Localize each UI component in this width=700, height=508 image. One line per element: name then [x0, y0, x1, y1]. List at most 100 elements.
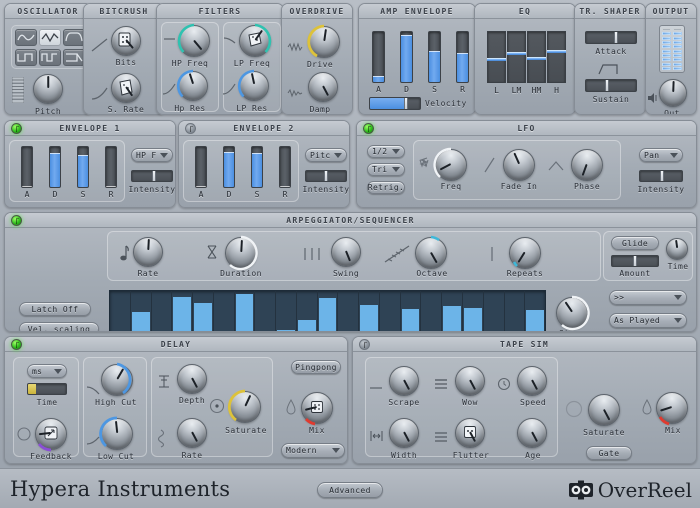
waveform-selector[interactable]: [11, 25, 87, 69]
waveform-pulse-button[interactable]: [39, 49, 61, 66]
arp-duration-knob[interactable]: [225, 237, 257, 269]
envelope1-power-led[interactable]: [11, 123, 22, 134]
env2-attack-slider[interactable]: [195, 146, 207, 188]
env1-sustain-slider[interactable]: [77, 146, 89, 188]
glide-amount-slider[interactable]: [611, 255, 659, 267]
attack-slider[interactable]: [585, 31, 637, 44]
scrape-knob[interactable]: [389, 366, 419, 396]
sequencer-step[interactable]: [110, 291, 131, 332]
waveform-sine-button[interactable]: [15, 29, 37, 46]
env1-release-slider[interactable]: [105, 146, 117, 188]
arpeggiator-power-led[interactable]: [11, 215, 22, 226]
arp-rate-knob[interactable]: [133, 237, 163, 267]
env2-intensity-slider[interactable]: [305, 170, 347, 182]
sequencer-step[interactable]: [255, 291, 276, 332]
feedback-knob[interactable]: [35, 418, 67, 450]
sequencer-step[interactable]: [338, 291, 359, 332]
arp-octave-knob[interactable]: [415, 237, 447, 269]
lfo-power-led[interactable]: [363, 123, 374, 134]
age-knob[interactable]: [517, 418, 547, 448]
delay-rate-knob[interactable]: [177, 418, 207, 448]
env1-destination-dropdown[interactable]: HP F: [131, 148, 173, 162]
delay-saturate-knob[interactable]: [229, 391, 261, 423]
tape-sim-power-led[interactable]: [359, 339, 370, 350]
velocity-scaling-button[interactable]: Vel. scaling: [19, 322, 99, 332]
glide-time-knob[interactable]: [666, 238, 688, 260]
env2-decay-slider[interactable]: [223, 146, 235, 188]
high-cut-knob[interactable]: [101, 364, 133, 396]
lfo-rate-division-dropdown[interactable]: 1/2: [367, 145, 405, 158]
eq-band-handle[interactable]: [487, 58, 506, 61]
amp-sustain-slider[interactable]: [428, 31, 441, 83]
advanced-button[interactable]: Advanced: [317, 482, 383, 498]
env2-destination-dropdown[interactable]: Pitch: [305, 148, 347, 162]
sequencer-step[interactable]: [421, 291, 442, 332]
env1-intensity-slider[interactable]: [131, 170, 173, 182]
delay-algorithm-dropdown[interactable]: Modern: [281, 443, 345, 458]
arp-repeats-knob[interactable]: [509, 237, 541, 269]
eq-band-lm[interactable]: [507, 31, 526, 83]
velocity-slider[interactable]: [369, 97, 421, 110]
sequencer-step[interactable]: [214, 291, 235, 332]
sequencer-step[interactable]: [401, 291, 422, 332]
lp-res-knob[interactable]: [239, 71, 269, 101]
sample-rate-knob[interactable]: [111, 73, 141, 103]
bits-knob[interactable]: [111, 26, 141, 56]
sequencer-step[interactable]: [318, 291, 339, 332]
sequencer-step[interactable]: [359, 291, 380, 332]
delay-power-led[interactable]: [11, 339, 22, 350]
low-cut-knob[interactable]: [101, 418, 133, 450]
eq-band-h[interactable]: [547, 31, 566, 83]
flutter-knob[interactable]: [455, 418, 485, 448]
output-knob[interactable]: [659, 79, 687, 107]
sequencer-step[interactable]: [380, 291, 401, 332]
wow-knob[interactable]: [455, 366, 485, 396]
pitch-knob[interactable]: [33, 74, 63, 104]
env1-decay-slider[interactable]: [49, 146, 61, 188]
amp-release-slider[interactable]: [456, 31, 469, 83]
arp-direction-dropdown[interactable]: >>: [609, 290, 687, 305]
sequencer-step[interactable]: [484, 291, 505, 332]
delay-depth-knob[interactable]: [177, 364, 207, 394]
eq-band-l[interactable]: [487, 31, 506, 83]
lp-freq-knob[interactable]: [239, 25, 271, 57]
sequencer-step[interactable]: [525, 291, 545, 332]
pingpong-button[interactable]: Pingpong: [291, 360, 341, 374]
drive-knob[interactable]: [308, 26, 340, 58]
gate-button[interactable]: Gate: [586, 446, 632, 460]
eq-band-handle[interactable]: [507, 52, 526, 55]
lfo-fade-in-knob[interactable]: [503, 149, 535, 181]
sequencer-step[interactable]: [297, 291, 318, 332]
waveform-saw-button[interactable]: [63, 49, 85, 66]
lfo-shape-dropdown[interactable]: Tri: [367, 163, 405, 176]
waveform-triangle-button[interactable]: [39, 29, 61, 46]
lfo-freq-knob[interactable]: [435, 149, 467, 181]
sequencer-step[interactable]: [442, 291, 463, 332]
amp-decay-slider[interactable]: [400, 31, 413, 83]
eq-band-handle[interactable]: [547, 50, 566, 53]
sustain-slider[interactable]: [585, 79, 637, 92]
env2-sustain-slider[interactable]: [251, 146, 263, 188]
sequencer-step[interactable]: [463, 291, 484, 332]
lfo-phase-knob[interactable]: [571, 149, 603, 181]
latch-button[interactable]: Latch Off: [19, 302, 91, 316]
width-knob[interactable]: [389, 418, 419, 448]
sequencer-step[interactable]: [131, 291, 152, 332]
lfo-intensity-slider[interactable]: [639, 170, 683, 182]
sequencer-step[interactable]: [276, 291, 297, 332]
eq-band-hm[interactable]: [527, 31, 546, 83]
sequencer-step[interactable]: [172, 291, 193, 332]
tape-saturate-knob[interactable]: [588, 394, 620, 426]
steps-knob[interactable]: [556, 297, 588, 329]
tape-mix-knob[interactable]: [656, 392, 688, 424]
waveform-square-button[interactable]: [15, 49, 37, 66]
lfo-retrig-button[interactable]: Retrig.: [367, 181, 405, 194]
sequencer-step[interactable]: [152, 291, 173, 332]
env1-attack-slider[interactable]: [21, 146, 33, 188]
envelope2-power-led[interactable]: [185, 123, 196, 134]
damp-knob[interactable]: [308, 72, 338, 102]
waveform-rounded-square-button[interactable]: [63, 29, 85, 46]
delay-mix-knob[interactable]: [301, 392, 333, 424]
hp-res-knob[interactable]: [178, 71, 208, 101]
arp-swing-knob[interactable]: [331, 237, 361, 267]
